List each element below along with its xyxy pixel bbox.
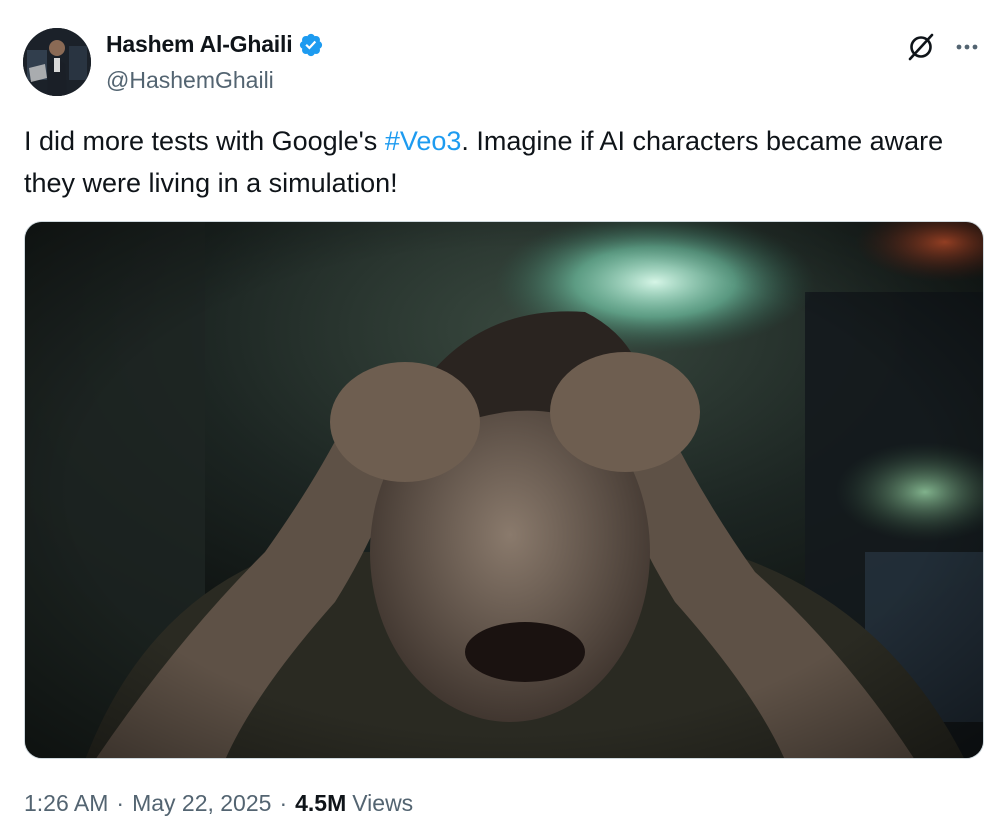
tweet-time[interactable]: 1:26 AM xyxy=(24,790,108,817)
author-handle[interactable]: @HashemGhaili xyxy=(106,67,274,94)
author-avatar[interactable] xyxy=(23,28,91,96)
more-icon[interactable] xyxy=(950,30,984,64)
grok-icon[interactable] xyxy=(904,30,938,64)
tweet-text-before: I did more tests with Google's xyxy=(24,126,385,156)
views-count[interactable]: 4.5M xyxy=(295,790,346,817)
tweet-date[interactable]: May 22, 2025 xyxy=(132,790,271,817)
author-name-row: Hashem Al-Ghaili xyxy=(106,31,324,58)
tweet-metadata: 1:26 AM · May 22, 2025 · 4.5M Views xyxy=(24,790,413,817)
meta-separator: · xyxy=(116,790,125,816)
meta-separator: · xyxy=(279,790,288,816)
tweet-card: Hashem Al-Ghaili @HashemGhaili I did mor… xyxy=(0,0,1004,836)
views-label[interactable]: Views xyxy=(352,790,413,817)
hashtag-link[interactable]: #Veo3 xyxy=(385,126,462,156)
author-display-name[interactable]: Hashem Al-Ghaili xyxy=(106,31,293,58)
verified-badge-icon xyxy=(300,33,323,56)
tweet-video-media[interactable] xyxy=(24,221,984,759)
tweet-text: I did more tests with Google's #Veo3. Im… xyxy=(24,120,974,204)
